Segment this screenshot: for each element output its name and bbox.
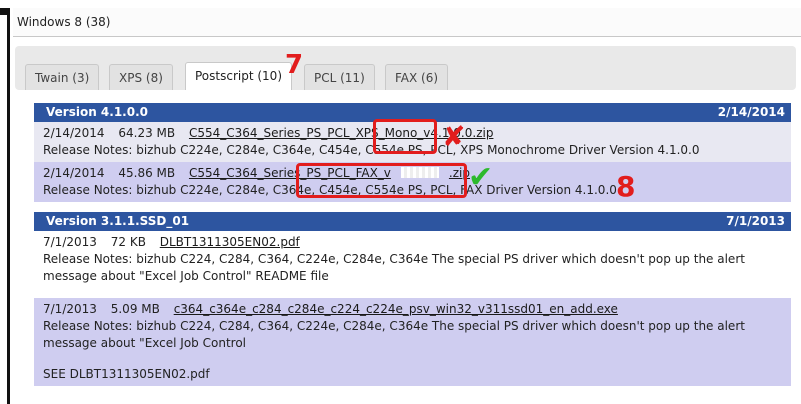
wrong-file-highlight <box>373 119 437 154</box>
release-notes: Release Notes: bizhub C224, C284, C364, … <box>43 319 745 350</box>
version-name: Version 4.1.0.0 <box>46 105 148 119</box>
version-date: 2/14/2014 <box>717 105 785 119</box>
entry-date: 2/14/2014 <box>43 126 105 140</box>
check-mark-icon: ✔ <box>468 160 494 195</box>
download-link[interactable]: DLBT1311305EN02.pdf <box>160 235 300 249</box>
version-date: 7/1/2013 <box>726 214 785 228</box>
entry-date: 7/1/2013 <box>43 302 97 316</box>
entry-size: 64.23 MB <box>118 126 176 140</box>
see-also-note: SEE DLBT1311305EN02.pdf <box>43 367 210 381</box>
entry-date: 7/1/2013 <box>43 235 97 249</box>
cross-mark-icon: ✘ <box>442 120 466 153</box>
entry-size: 5.09 MB <box>110 302 160 316</box>
version-name: Version 3.1.1.SSD_01 <box>46 214 190 228</box>
frame-corner <box>0 8 7 15</box>
driver-type-tabs: Twain (3) XPS (8) Postscript (10) PCL (1… <box>15 46 796 90</box>
version-header: Version 3.1.1.SSD_01 7/1/2013 <box>34 212 791 231</box>
list-item: 7/1/2013 5.09 MB c364_c364e_c284_c284e_c… <box>34 298 791 386</box>
entry-date: 2/14/2014 <box>43 166 105 180</box>
release-notes: Release Notes: bizhub C224, C284, C364, … <box>43 252 745 283</box>
tab-postscript[interactable]: Postscript (10) <box>185 62 292 90</box>
tab-xps[interactable]: XPS (8) <box>109 64 173 90</box>
os-group-title: Windows 8 (38) <box>13 8 801 37</box>
step-8-label: 8 <box>616 170 636 203</box>
entry-size: 72 KB <box>110 235 146 249</box>
list-item: 7/1/2013 72 KB DLBT1311305EN02.pdf Relea… <box>34 231 791 288</box>
tab-pcl[interactable]: PCL (11) <box>304 64 375 90</box>
tab-fax[interactable]: FAX (6) <box>385 64 449 90</box>
download-link[interactable]: c364_c364e_c284_c284e_c224_c224e_psv_win… <box>174 302 618 316</box>
entry-size: 45.86 MB <box>118 166 176 180</box>
correct-file-highlight <box>296 163 467 198</box>
tab-twain[interactable]: Twain (3) <box>25 64 100 90</box>
step-7-label: 7 <box>285 50 304 80</box>
